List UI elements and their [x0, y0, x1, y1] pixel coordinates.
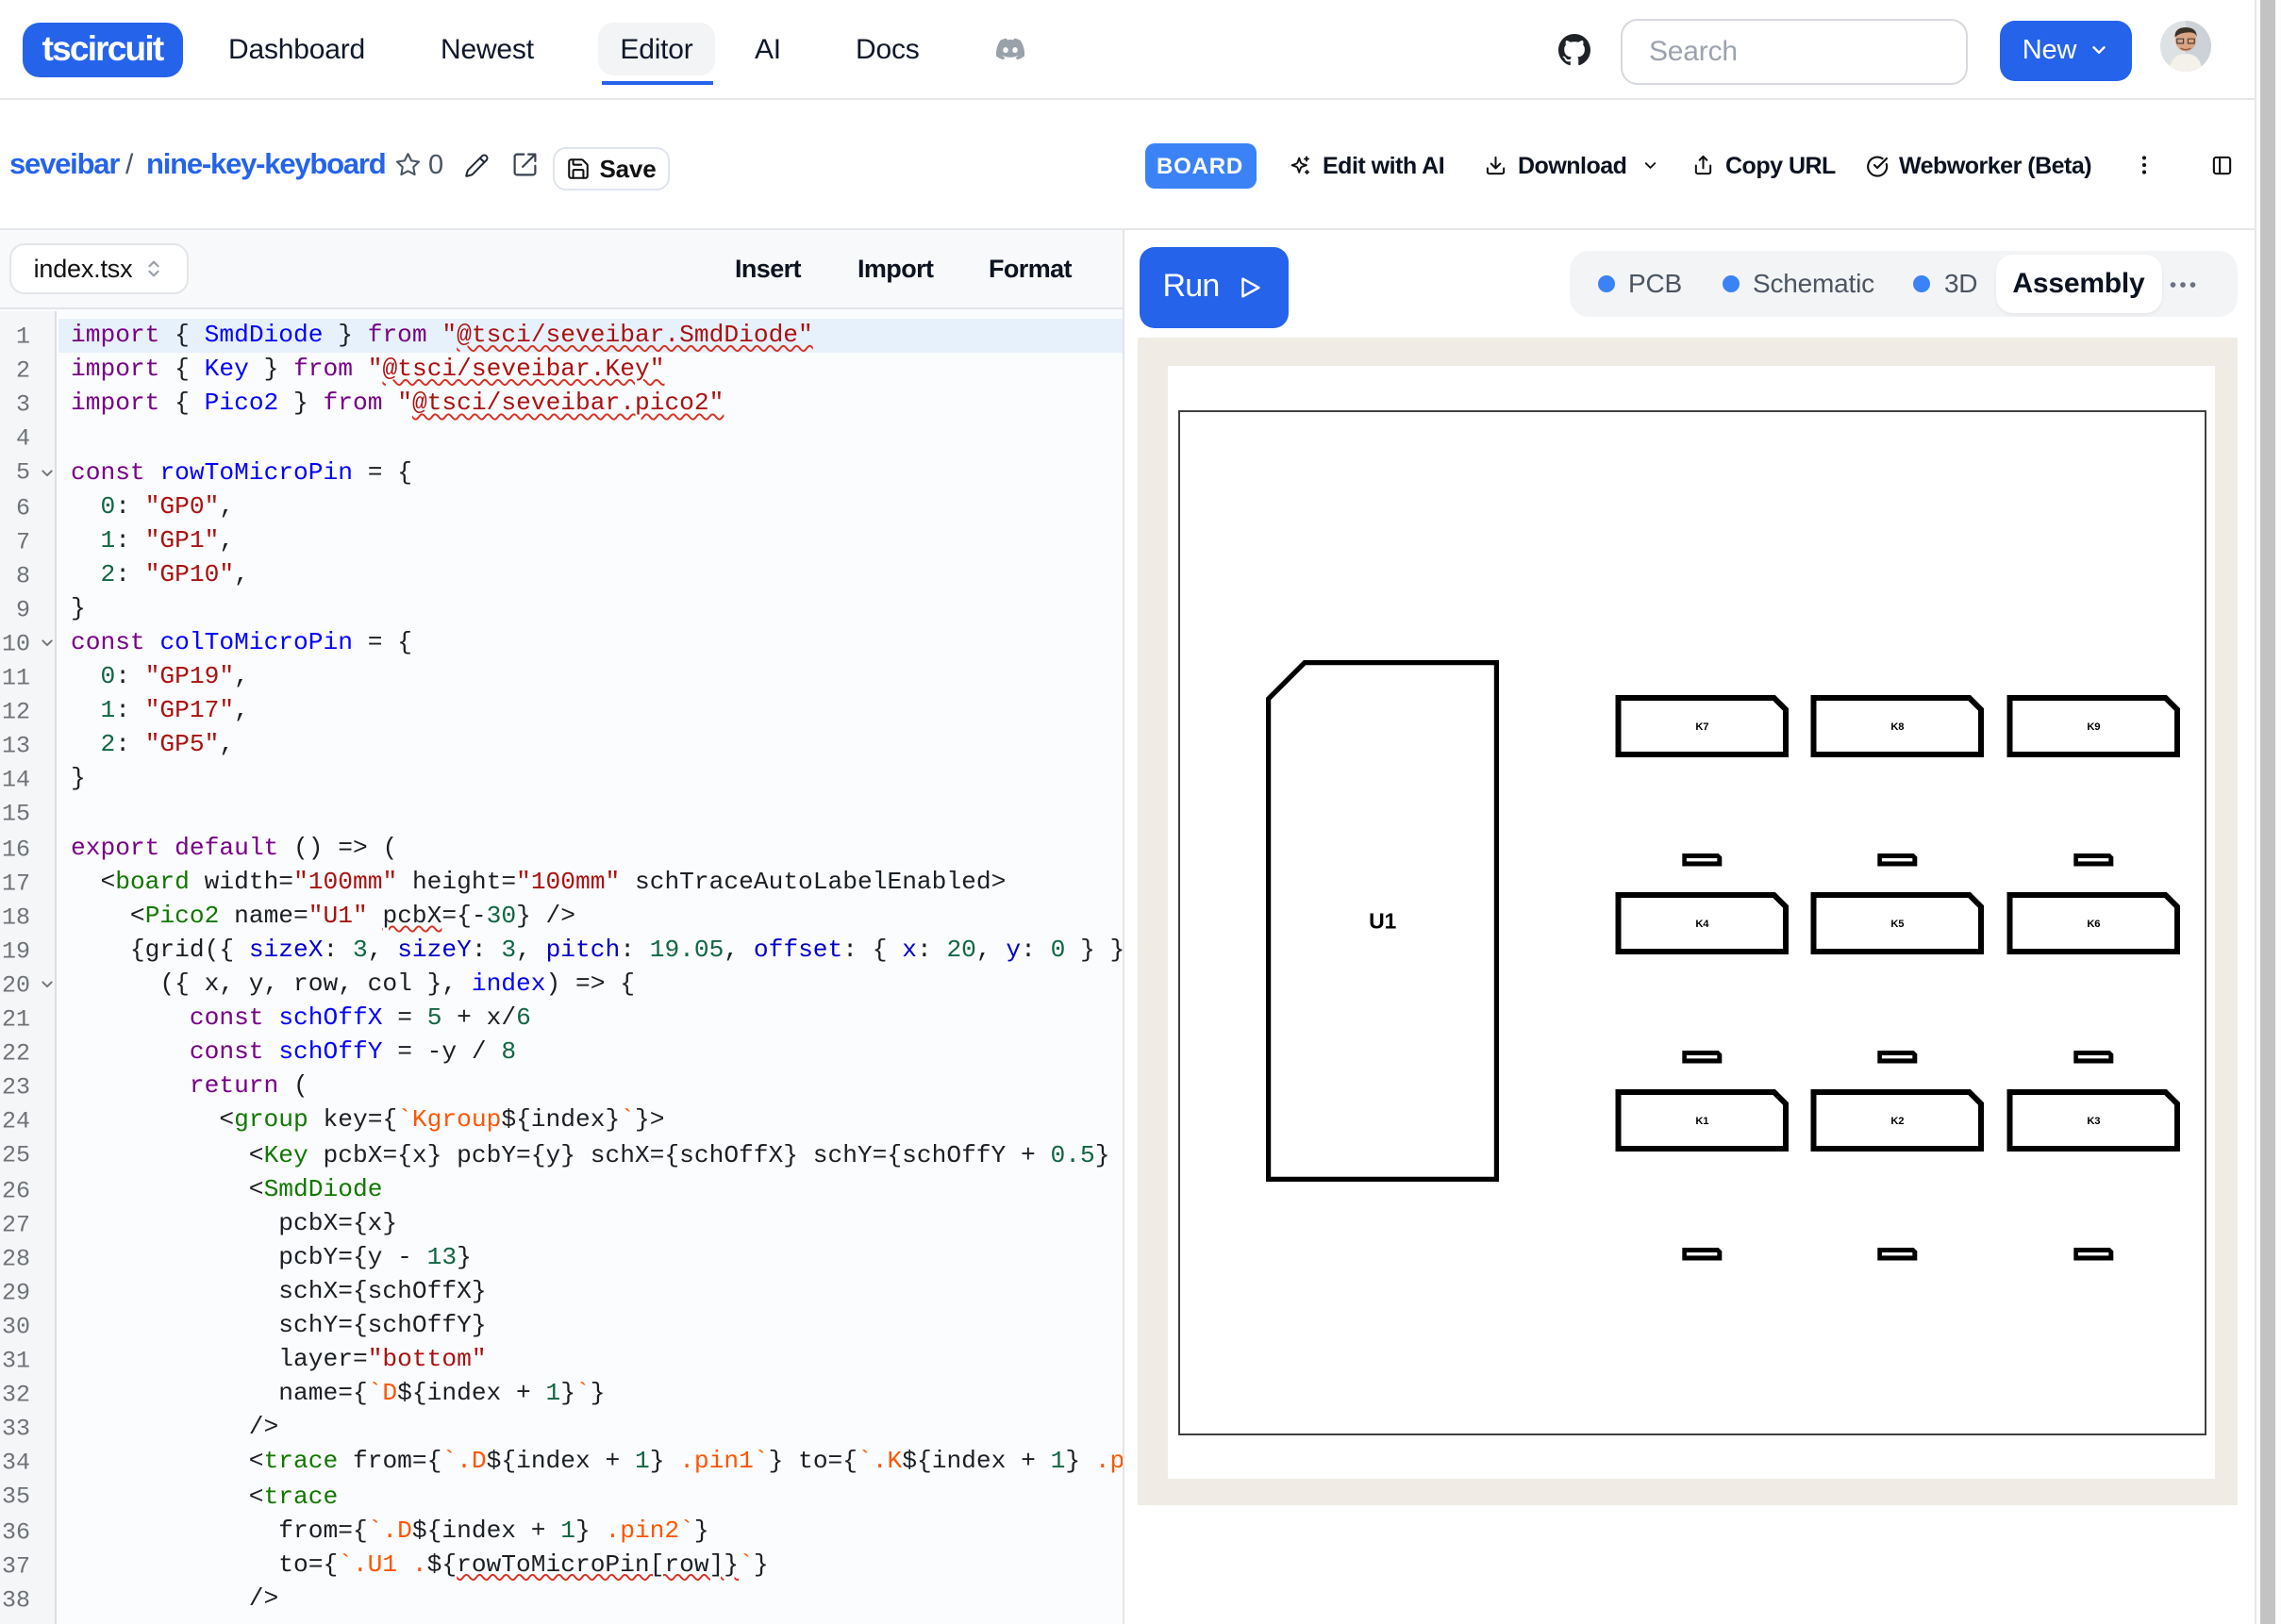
svg-text:K4: K4 [1695, 919, 1709, 930]
svg-text:K3: K3 [2087, 1116, 2100, 1127]
svg-text:K6: K6 [2087, 919, 2100, 930]
svg-text:K5: K5 [1890, 919, 1904, 930]
svg-text:K9: K9 [2087, 721, 2100, 733]
svg-text:U1: U1 [1369, 908, 1396, 933]
svg-text:K7: K7 [1695, 721, 1708, 733]
svg-text:K2: K2 [1890, 1116, 1904, 1127]
svg-text:K8: K8 [1890, 721, 1904, 733]
svg-text:K1: K1 [1695, 1116, 1708, 1127]
